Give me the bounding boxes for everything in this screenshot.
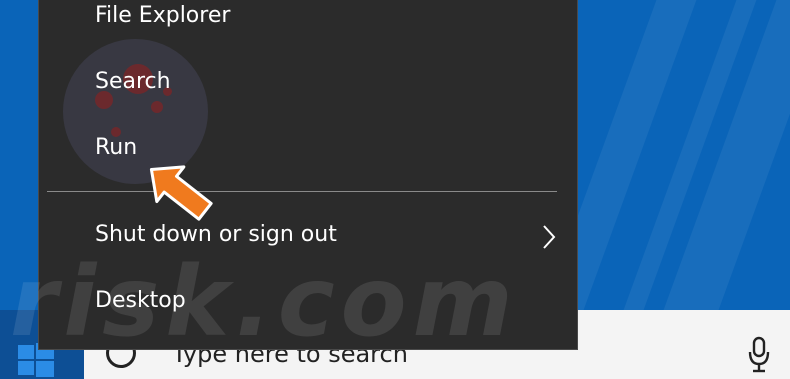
microphone-icon[interactable] (748, 334, 770, 374)
menu-item-label: Search (95, 69, 171, 94)
menu-item-search[interactable]: Search (39, 57, 577, 111)
menu-item-label: Run (95, 135, 138, 160)
menu-item-label: Shut down or sign out (95, 222, 337, 247)
watermark-text: risk.com (10, 246, 519, 358)
chevron-right-icon (543, 225, 556, 249)
menu-separator (47, 191, 557, 192)
menu-item-file-explorer[interactable]: File Explorer (39, 0, 577, 45)
arrow-pointer-icon (149, 165, 213, 221)
menu-item-run[interactable]: Run (39, 123, 577, 177)
menu-item-label: File Explorer (95, 3, 231, 28)
